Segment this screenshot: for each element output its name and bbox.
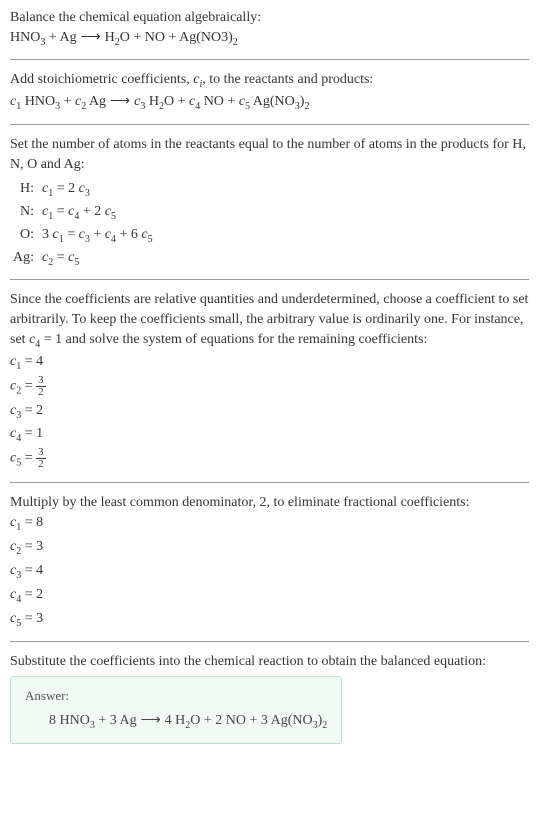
divider bbox=[10, 641, 529, 642]
step1-text: Add stoichiometric coefficients, ci, to … bbox=[10, 70, 529, 92]
coeff-c5: c5 = 32 bbox=[10, 447, 529, 472]
step2-text: Set the number of atoms in the reactants… bbox=[10, 135, 529, 174]
atom-label: N: bbox=[10, 201, 42, 224]
answer-box: Answer: 8 HNO3 + 3 Ag⟶4 H2O + 2 NO + 3 A… bbox=[10, 676, 342, 744]
coeff-equation: c1 HNO3 + c2 Ag⟶c3 H2O + c4 NO + c5 Ag(N… bbox=[10, 92, 529, 114]
atom-label: O: bbox=[10, 224, 42, 247]
step2-section: Set the number of atoms in the reactants… bbox=[10, 135, 529, 269]
answer-equation: 8 HNO3 + 3 Ag⟶4 H2O + 2 NO + 3 Ag(NO3)2 bbox=[25, 711, 327, 733]
coeff-c4: c4 = 1 bbox=[10, 423, 529, 447]
coeff-c2: c2 = 3 bbox=[10, 536, 529, 560]
divider bbox=[10, 482, 529, 483]
step5-text: Substitute the coefficients into the che… bbox=[10, 652, 529, 672]
atom-eq: c2 = c5 bbox=[42, 247, 79, 270]
atom-eq: c1 = 2 c3 bbox=[42, 178, 90, 201]
coeff-c1: c1 = 8 bbox=[10, 512, 529, 536]
title-text: Balance the chemical equation algebraica… bbox=[10, 8, 529, 28]
atom-label: H: bbox=[10, 178, 42, 201]
atom-row: N: c1 = c4 + 2 c5 bbox=[10, 201, 529, 224]
divider bbox=[10, 59, 529, 60]
coeff-c1: c1 = 4 bbox=[10, 351, 529, 375]
divider bbox=[10, 279, 529, 280]
coeff-c2: c2 = 32 bbox=[10, 375, 529, 400]
answer-label: Answer: bbox=[25, 687, 327, 705]
step4-text: Multiply by the least common denominator… bbox=[10, 493, 529, 513]
coeff-c4: c4 = 2 bbox=[10, 584, 529, 608]
atom-row: H: c1 = 2 c3 bbox=[10, 178, 529, 201]
initial-equation: HNO3 + Ag⟶H2O + NO + Ag(NO3)2 bbox=[10, 28, 529, 50]
coeff-c3: c3 = 4 bbox=[10, 560, 529, 584]
atom-eq: c1 = c4 + 2 c5 bbox=[42, 201, 116, 224]
step5-section: Substitute the coefficients into the che… bbox=[10, 652, 529, 744]
step3-section: Since the coefficients are relative quan… bbox=[10, 290, 529, 471]
step3-text: Since the coefficients are relative quan… bbox=[10, 290, 529, 351]
atom-table: H: c1 = 2 c3 N: c1 = c4 + 2 c5 O: 3 c1 =… bbox=[10, 178, 529, 269]
title-section: Balance the chemical equation algebraica… bbox=[10, 8, 529, 49]
divider bbox=[10, 124, 529, 125]
atom-row: Ag: c2 = c5 bbox=[10, 247, 529, 270]
atom-label: Ag: bbox=[10, 247, 42, 270]
atom-eq: 3 c1 = c3 + c4 + 6 c5 bbox=[42, 224, 153, 247]
step4-section: Multiply by the least common denominator… bbox=[10, 493, 529, 632]
coeff-c3: c3 = 2 bbox=[10, 400, 529, 424]
coeff-c5: c5 = 3 bbox=[10, 608, 529, 632]
atom-row: O: 3 c1 = c3 + c4 + 6 c5 bbox=[10, 224, 529, 247]
step1-section: Add stoichiometric coefficients, ci, to … bbox=[10, 70, 529, 114]
